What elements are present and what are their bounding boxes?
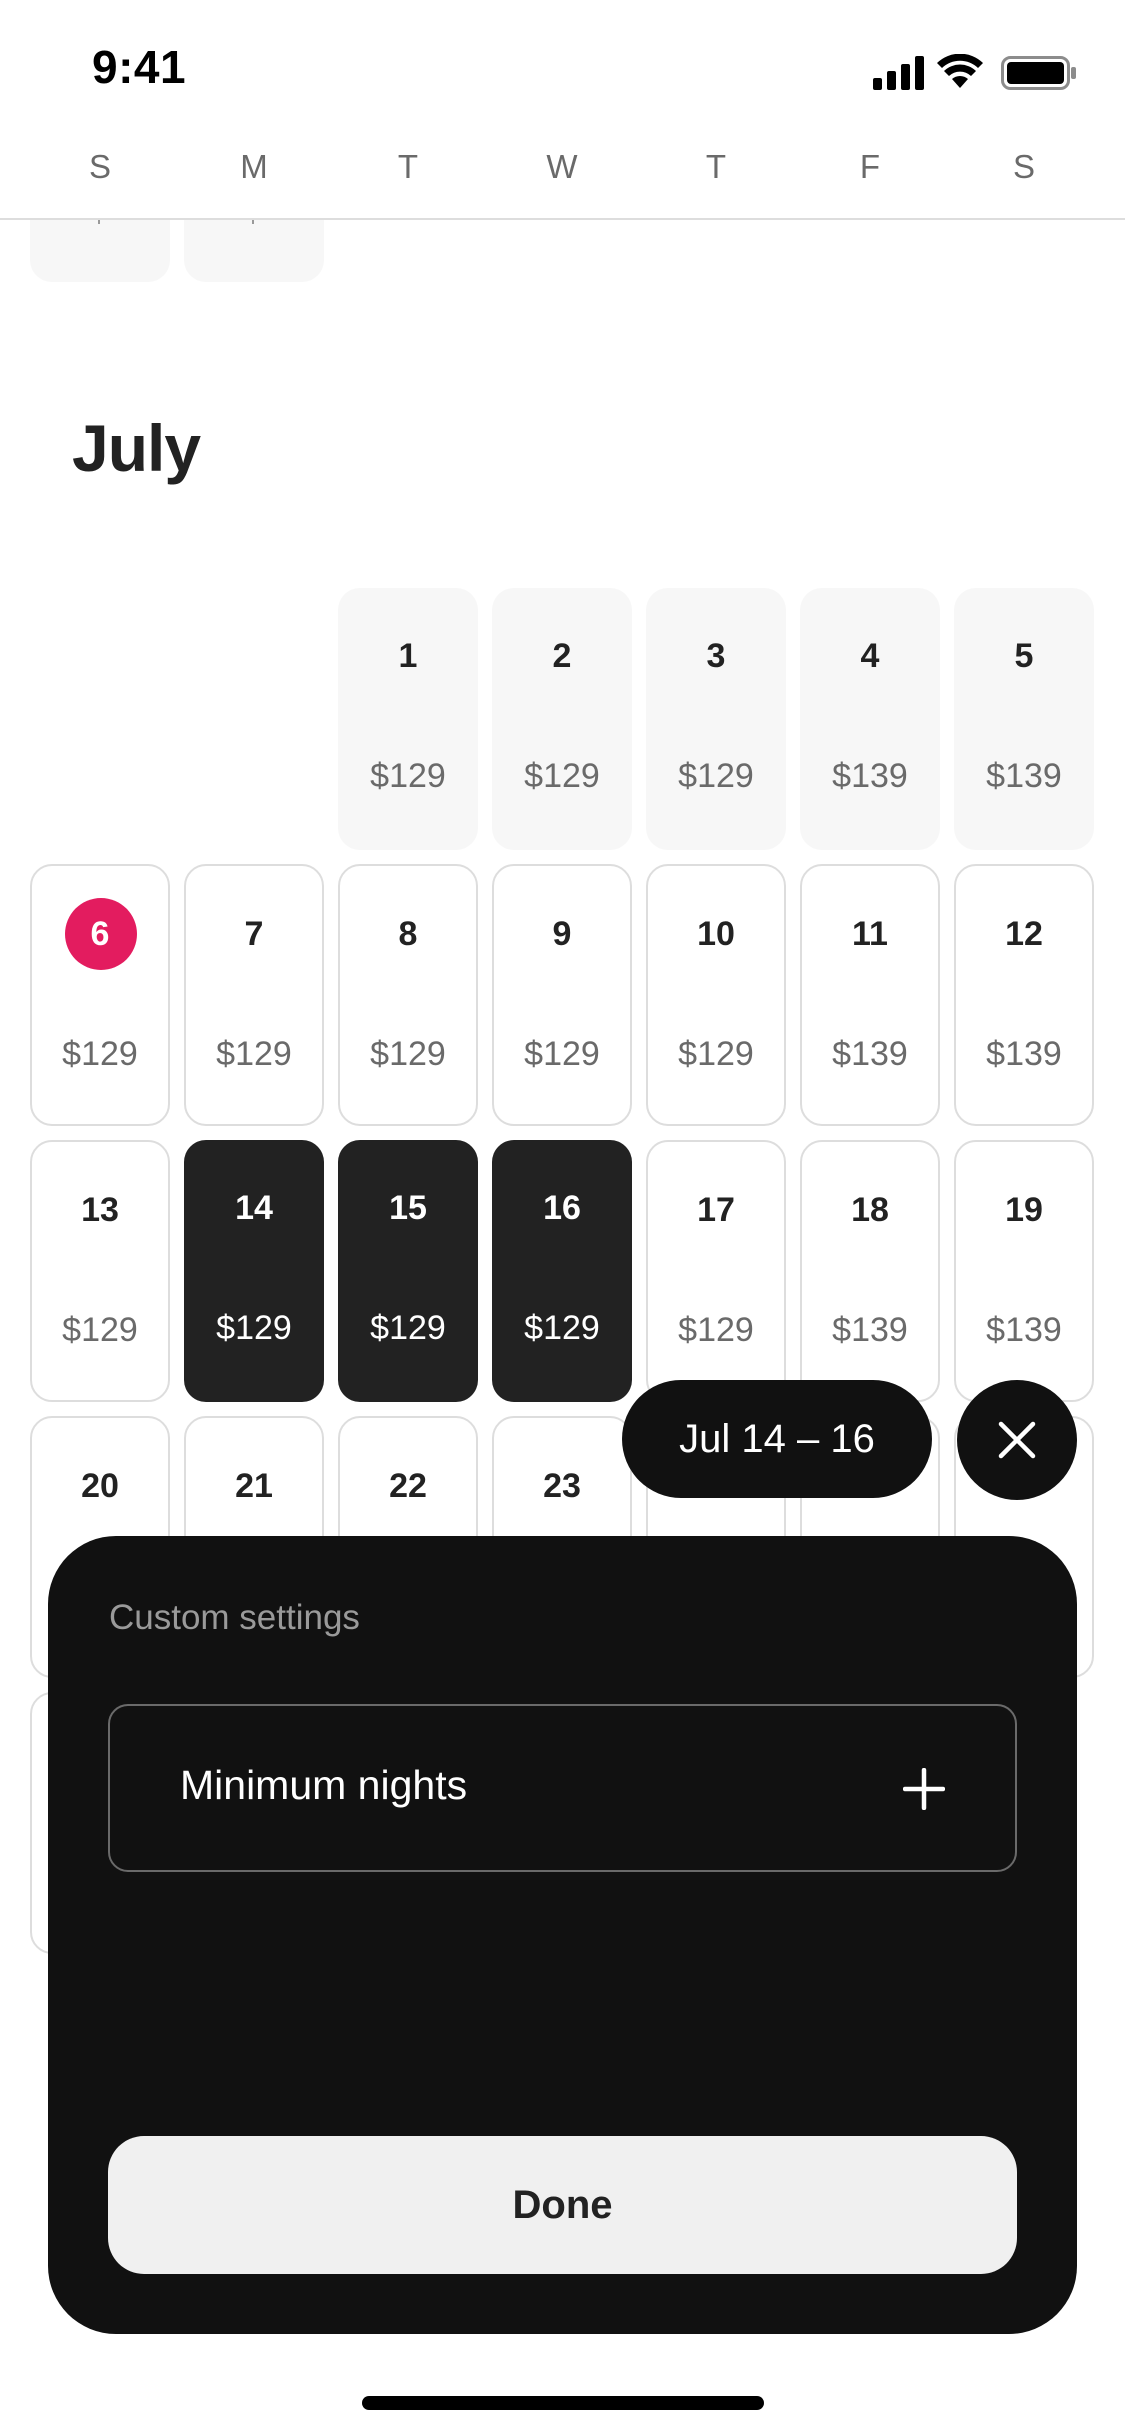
day-number: 5: [1014, 637, 1034, 675]
weekday-label: S: [88, 148, 111, 185]
minimum-nights-row[interactable]: Minimum nights: [108, 1704, 1017, 1872]
weekday-label: S: [1012, 148, 1035, 185]
day-number: 21: [235, 1467, 273, 1505]
day-price: $139: [986, 1035, 1062, 1073]
weekday-label: W: [546, 148, 578, 185]
day-price: $129: [370, 1309, 446, 1347]
day-price: $129: [62, 1311, 138, 1349]
calendar-day[interactable]: 15 $129: [338, 1140, 478, 1402]
day-price: $129: [678, 757, 754, 795]
day-number: 19: [1005, 1191, 1043, 1229]
day-price: $139: [832, 1035, 908, 1073]
day-price: $129: [524, 757, 600, 795]
day-price: $129: [216, 1035, 292, 1073]
weekday-label: M: [240, 148, 268, 185]
day-price: $139: [832, 1311, 908, 1349]
day-number: 13: [81, 1191, 119, 1229]
close-icon: [998, 1421, 1036, 1459]
day-number: 2: [552, 637, 572, 675]
wifi-icon: [937, 54, 983, 88]
day-number: 14: [235, 1189, 273, 1227]
calendar-day[interactable]: 3 $129: [646, 588, 786, 850]
day-number: 23: [543, 1467, 581, 1505]
calendar-day[interactable]: 4 $139: [800, 588, 940, 850]
calendar-day[interactable]: 7 $129: [184, 864, 324, 1126]
day-price: $139: [986, 1311, 1062, 1349]
calendar-day[interactable]: 19 $139: [954, 1140, 1094, 1402]
plus-icon[interactable]: [903, 1768, 945, 1810]
day-number: 11: [852, 915, 888, 953]
calendar-day[interactable]: 8 $129: [338, 864, 478, 1126]
day-number: 6: [90, 915, 110, 953]
custom-settings-sheet: Custom settings Minimum nights Done: [48, 1536, 1077, 2334]
selected-range-pill[interactable]: Jul 14 – 16: [622, 1380, 932, 1498]
day-price: $129: [216, 1309, 292, 1347]
calendar-day[interactable]: 10 $129: [646, 864, 786, 1126]
calendar-day[interactable]: 12 $139: [954, 864, 1094, 1126]
weekday-label: T: [705, 148, 727, 185]
day-price: $129: [678, 1311, 754, 1349]
battery-icon: [1001, 56, 1076, 90]
calendar-day[interactable]: 18 $139: [800, 1140, 940, 1402]
day-price: $139: [832, 757, 908, 795]
day-price: $129: [370, 757, 446, 795]
day-number: 17: [697, 1191, 735, 1229]
day-number: 8: [398, 915, 418, 953]
clear-selection-button[interactable]: [957, 1380, 1077, 1500]
minimum-nights-label: Minimum nights: [180, 1762, 468, 1808]
day-number: 12: [1005, 915, 1043, 953]
status-icons: [873, 52, 1083, 92]
cellular-signal-icon: [873, 56, 924, 90]
status-time: 9:41: [92, 41, 187, 93]
calendar-day[interactable]: 11 $139: [800, 864, 940, 1126]
calendar-day[interactable]: 5 $139: [954, 588, 1094, 850]
day-price: $129: [678, 1035, 754, 1073]
day-price: $139: [986, 757, 1062, 795]
day-number: 10: [697, 915, 735, 953]
day-number: 1: [398, 637, 418, 675]
calendar-day[interactable]: 2 $129: [492, 588, 632, 850]
calendar-day[interactable]: 1 $129: [338, 588, 478, 850]
calendar-day[interactable]: 17 $129: [646, 1140, 786, 1402]
weekday-label: T: [397, 148, 419, 185]
day-number: 15: [389, 1189, 427, 1227]
day-number: 7: [244, 915, 264, 953]
calendar-day[interactable]: 13 $129: [30, 1140, 170, 1402]
calendar-day[interactable]: 9 $129: [492, 864, 632, 1126]
day-price: $129: [524, 1309, 600, 1347]
status-bar: 9:41: [0, 0, 1125, 130]
previous-month-cell: [184, 220, 324, 282]
day-number: 9: [552, 915, 572, 953]
weekday-label: F: [859, 148, 881, 185]
day-number: 22: [389, 1467, 427, 1505]
day-number: 4: [860, 637, 880, 675]
day-price: $129: [370, 1035, 446, 1073]
day-price: $129: [62, 1035, 138, 1073]
day-number: 20: [81, 1467, 119, 1505]
sheet-title: Custom settings: [109, 1598, 360, 1637]
day-number: 16: [543, 1189, 581, 1227]
month-title: July: [72, 411, 201, 485]
calendar-day[interactable]: 14 $129: [184, 1140, 324, 1402]
day-price: $129: [524, 1035, 600, 1073]
day-number: 3: [706, 637, 726, 675]
weekday-header: S M T W T F S: [0, 130, 1125, 220]
home-indicator: [362, 2396, 764, 2410]
done-button[interactable]: Done: [108, 2136, 1017, 2274]
calendar-day[interactable]: 16 $129: [492, 1140, 632, 1402]
day-number: 18: [851, 1191, 889, 1229]
previous-month-cell: [30, 220, 170, 282]
calendar-day[interactable]: 6 $129: [30, 864, 170, 1126]
